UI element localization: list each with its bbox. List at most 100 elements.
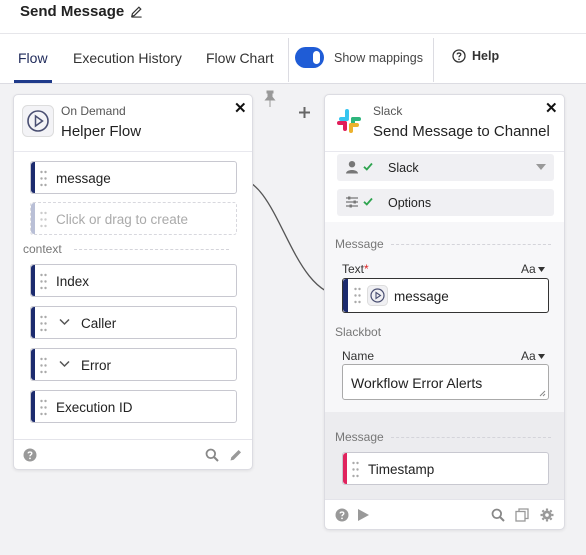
context-section-label: context <box>23 242 62 256</box>
field-stripe <box>31 162 35 193</box>
text-format-dropdown[interactable]: Aa <box>521 262 545 276</box>
show-mappings-toggle[interactable] <box>295 47 324 68</box>
drag-handle-icon[interactable] <box>40 315 47 332</box>
show-mappings-label: Show mappings <box>334 51 423 65</box>
text-mapping-field[interactable]: message <box>342 278 549 313</box>
divider <box>14 151 252 152</box>
timestamp-label: Timestamp <box>368 462 435 477</box>
format-label: Aa <box>521 349 536 363</box>
help-button[interactable]: Help <box>452 49 499 63</box>
create-placeholder: Click or drag to create <box>56 212 189 227</box>
connection-row[interactable]: Slack <box>337 154 554 181</box>
caret-down-icon <box>537 266 545 272</box>
help-label: Help <box>472 49 500 63</box>
chevron-down-icon[interactable] <box>59 360 70 368</box>
caret-down-icon[interactable] <box>536 164 546 170</box>
card-header: On Demand Helper Flow ✕ <box>14 95 252 151</box>
question-circle-icon <box>452 49 466 63</box>
card-title: Send Message to Channel <box>373 123 550 140</box>
field-stripe <box>343 279 348 312</box>
plus-icon[interactable] <box>298 106 311 119</box>
name-format-dropdown[interactable]: Aa <box>521 349 545 363</box>
context-item-index[interactable]: Index <box>30 264 237 297</box>
play-circle-icon <box>367 285 388 306</box>
field-stripe <box>31 265 35 296</box>
close-icon[interactable]: ✕ <box>234 99 247 117</box>
drag-handle-icon[interactable] <box>40 170 47 187</box>
check-icon <box>363 162 373 171</box>
message-section-label: Message <box>335 237 384 251</box>
slack-logo-icon <box>337 109 361 133</box>
card-footer <box>325 499 564 529</box>
slackbot-section-label: Slackbot <box>335 325 382 339</box>
flow-title-text: Send Message <box>20 3 125 20</box>
card-subtitle: Slack <box>373 104 403 118</box>
context-item-caller[interactable]: Caller <box>30 306 237 339</box>
gear-icon[interactable] <box>540 508 554 522</box>
context-item-label: Caller <box>81 316 117 331</box>
context-item-execution-id[interactable]: Execution ID <box>30 390 237 423</box>
drag-handle-icon <box>40 211 47 228</box>
send-message-card: Slack Send Message to Channel ✕ Slack Op… <box>324 94 565 530</box>
title-bar: Send Message <box>0 0 586 34</box>
field-stripe <box>31 203 35 234</box>
field-stripe <box>31 349 35 380</box>
tab-execution-history[interactable]: Execution History <box>73 50 182 66</box>
drag-handle-icon[interactable] <box>40 273 47 290</box>
name-value: Workflow Error Alerts <box>351 375 483 391</box>
caret-down-icon <box>537 353 545 359</box>
pencil-icon[interactable] <box>229 448 243 462</box>
play-circle-icon <box>22 105 54 137</box>
pencil-icon[interactable] <box>130 5 143 18</box>
drag-handle-icon[interactable] <box>40 357 47 374</box>
context-item-error[interactable]: Error <box>30 348 237 381</box>
create-field-dropzone[interactable]: Click or drag to create <box>30 202 237 235</box>
context-item-label: Index <box>56 274 90 289</box>
help-circle-icon[interactable] <box>23 448 37 462</box>
required-mark: * <box>364 262 369 276</box>
sliders-icon <box>346 196 358 208</box>
close-icon[interactable]: ✕ <box>545 99 558 117</box>
context-item-label: Execution ID <box>56 400 133 415</box>
copy-icon[interactable] <box>515 508 529 522</box>
drag-handle-icon[interactable] <box>352 461 359 478</box>
tab-flow-chart[interactable]: Flow Chart <box>206 50 274 66</box>
search-icon[interactable] <box>491 508 505 522</box>
search-icon[interactable] <box>205 448 219 462</box>
active-tab-indicator <box>14 80 52 83</box>
field-stripe <box>343 453 347 484</box>
card-header: Slack Send Message to Channel ✕ <box>325 95 564 151</box>
user-icon <box>346 161 358 174</box>
input-field-message[interactable]: message <box>30 161 237 194</box>
divider <box>433 38 434 82</box>
drag-handle-icon[interactable] <box>354 287 361 304</box>
card-subtitle: On Demand <box>61 104 126 118</box>
divider <box>288 38 289 82</box>
section-divider <box>391 437 551 438</box>
play-icon[interactable] <box>356 508 370 522</box>
field-label: message <box>56 171 111 186</box>
tab-flow[interactable]: Flow <box>18 50 48 66</box>
card-title: Helper Flow <box>61 123 142 140</box>
section-divider <box>391 244 551 245</box>
field-stripe <box>31 307 35 338</box>
check-icon <box>363 197 373 206</box>
section-divider <box>74 249 229 250</box>
name-textarea[interactable]: Workflow Error Alerts <box>342 364 549 400</box>
format-label: Aa <box>521 262 536 276</box>
timestamp-field[interactable]: Timestamp <box>342 452 549 485</box>
resize-handle-icon[interactable] <box>539 390 546 397</box>
flow-title[interactable]: Send Message <box>20 3 143 20</box>
message-section-label: Message <box>335 430 384 444</box>
field-stripe <box>31 391 35 422</box>
chevron-down-icon[interactable] <box>59 318 70 326</box>
mapped-value: message <box>394 289 449 304</box>
options-row[interactable]: Options <box>337 189 554 216</box>
name-field-label: Name <box>342 349 375 363</box>
context-item-label: Error <box>81 358 111 373</box>
pin-icon[interactable] <box>263 90 277 108</box>
divider <box>325 151 564 152</box>
help-circle-icon[interactable] <box>335 508 349 522</box>
options-label: Options <box>388 196 432 210</box>
drag-handle-icon[interactable] <box>40 399 47 416</box>
